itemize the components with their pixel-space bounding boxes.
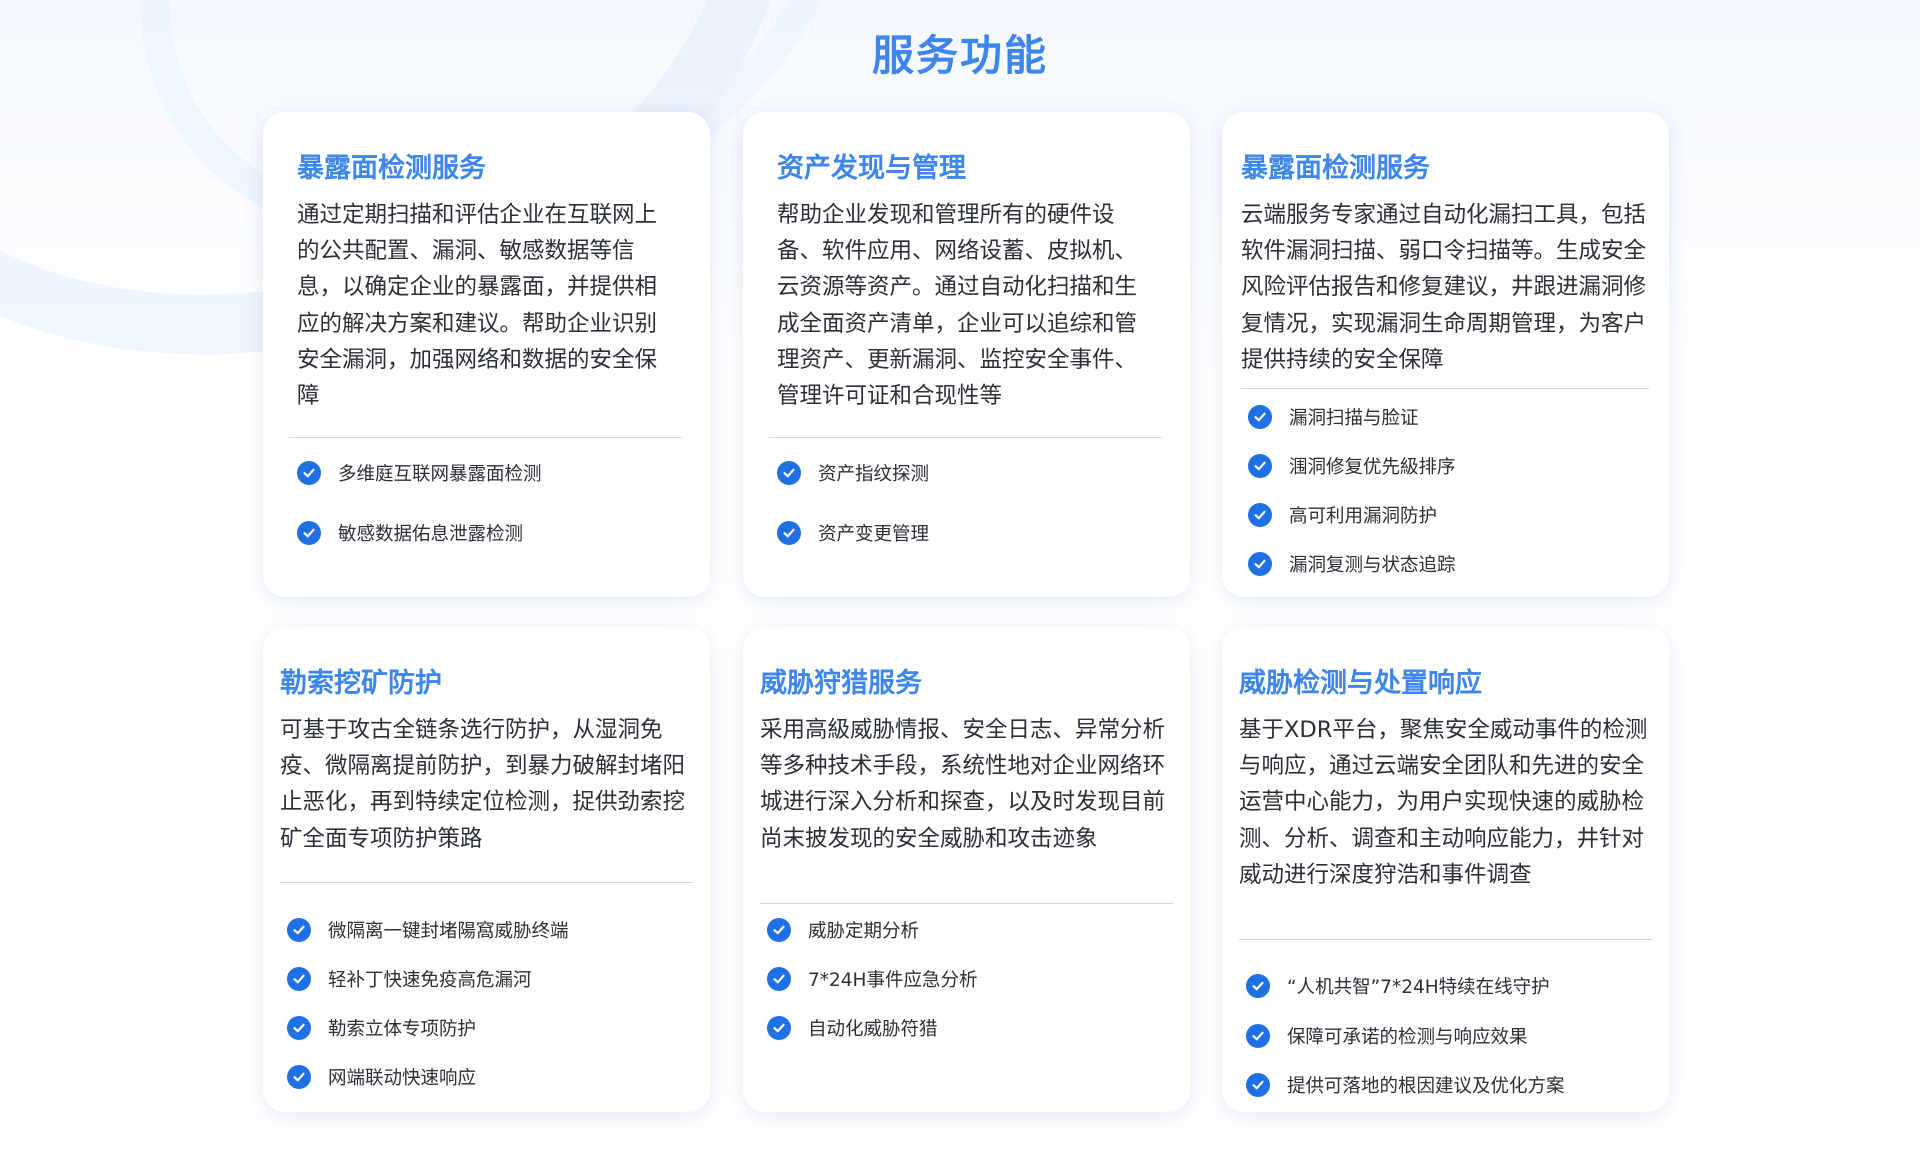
card-description: 通过定期扫描和评估企业在互联网上的公共配置、漏洞、敏感数据等信息，以确定企业的暴…	[297, 202, 658, 410]
feature-label: 资产变更管理	[818, 524, 930, 545]
feature-label: 涠洞修复优先級排序	[1289, 457, 1456, 478]
feature-item: 7*24H事件应急分析	[767, 964, 977, 994]
feature-item: 资产指纹探测	[777, 458, 929, 488]
service-card-vulnerability-scanning: 暴露面检测服务 云端服务专家通过自动化漏扫工具，包括软件漏洞扫描、弱口令扫描等。…	[1222, 112, 1669, 597]
feature-label: 多维庭互联网暴露面检测	[338, 464, 542, 485]
feature-item: “人机共智”7*24H特续在线守护	[1246, 971, 1550, 1001]
feature-label: 自动化威胁符猎	[808, 1019, 938, 1040]
feature-item: 漏洞扫描与脸证	[1248, 402, 1419, 432]
check-circle-icon	[1248, 405, 1272, 429]
card-title: 勒索挖矿防护	[280, 668, 442, 699]
card-divider	[1241, 388, 1649, 389]
feature-item: 提供可落地的根因建议及优化方案	[1246, 1070, 1565, 1100]
service-card-ransomware-protection: 勒索挖矿防护 可基于攻古全链条选行防护，从湿洞免疫、微隔离提前防护，到暴力破解封…	[263, 627, 710, 1112]
check-circle-icon	[287, 1016, 311, 1040]
feature-label: 微隔离一键封堵陽窩威胁终端	[328, 921, 569, 942]
feature-label: 勒索立体专项防护	[328, 1019, 477, 1040]
card-divider	[760, 903, 1173, 904]
feature-item: 网端联动快速响应	[287, 1062, 476, 1092]
check-circle-icon	[1248, 552, 1272, 576]
card-title: 威胁检测与处置响应	[1239, 668, 1482, 699]
feature-label: 威胁定期分析	[808, 921, 920, 942]
card-description: 可基于攻古全链条选行防护，从湿洞免疫、微隔离提前防护，到暴力破解封堵阳止恶化，再…	[280, 717, 686, 852]
check-circle-icon	[297, 461, 321, 485]
check-circle-icon	[1246, 1073, 1270, 1097]
check-circle-icon	[777, 521, 801, 545]
check-circle-icon	[1248, 503, 1272, 527]
feature-item: 威胁定期分析	[767, 915, 919, 945]
check-circle-icon	[287, 967, 311, 991]
card-divider	[1239, 939, 1652, 940]
feature-label: “人机共智”7*24H特续在线守护	[1287, 977, 1550, 998]
feature-item: 保障可承诺的检测与响应效果	[1246, 1021, 1528, 1051]
service-card-threat-detection-response: 威胁检测与处置响应 基于XDR平台，聚焦安全威动事件的检测与响应，通过云端安全团…	[1222, 627, 1669, 1112]
card-description: 云端服务专家通过自动化漏扫工具，包括软件漏洞扫描、弱口令扫描等。生成安全风险评估…	[1241, 202, 1647, 373]
feature-label: 漏洞复测与状态追踪	[1289, 555, 1456, 576]
feature-item: 轻补丁快速免疫高危漏河	[287, 964, 532, 994]
check-circle-icon	[777, 461, 801, 485]
card-divider	[769, 437, 1162, 438]
check-circle-icon	[767, 918, 791, 942]
card-divider	[280, 882, 693, 883]
service-card-exposure-detection: 暴露面检测服务 通过定期扫描和评估企业在互联网上的公共配置、漏洞、敏感数据等信息…	[263, 112, 710, 597]
page-title: 服务功能	[871, 31, 1048, 80]
check-circle-icon	[767, 967, 791, 991]
check-circle-icon	[287, 1065, 311, 1089]
service-card-threat-hunting: 威胁狩猎服务 采用高級威胁情报、安全日志、异常分析等多种技术手段，系统性地对企业…	[743, 627, 1190, 1112]
card-divider	[289, 437, 682, 438]
check-circle-icon	[297, 521, 321, 545]
feature-item: 涠洞修复优先級排序	[1248, 451, 1456, 481]
card-title: 资产发现与管理	[777, 153, 966, 184]
feature-item: 多维庭互联网暴露面检测	[297, 458, 542, 488]
check-circle-icon	[1246, 1024, 1270, 1048]
feature-item: 漏洞复测与状态追踪	[1248, 549, 1456, 579]
card-title: 威胁狩猎服务	[760, 668, 922, 699]
feature-item: 高可利用漏洞防护	[1248, 500, 1437, 530]
card-title: 暴露面检测服务	[297, 153, 486, 184]
feature-label: 提供可落地的根因建议及优化方案	[1287, 1076, 1565, 1097]
feature-item: 自动化威胁符猎	[767, 1013, 938, 1043]
feature-label: 轻补丁快速免疫高危漏河	[328, 970, 532, 991]
feature-label: 网端联动快速响应	[328, 1068, 477, 1089]
feature-label: 高可利用漏洞防护	[1289, 506, 1438, 527]
card-description: 采用高級威胁情报、安全日志、异常分析等多种技术手段，系统性地对企业网络环城进行深…	[760, 717, 1166, 852]
feature-item: 敏感数据佑息泄露检测	[297, 518, 523, 548]
check-circle-icon	[767, 1016, 791, 1040]
check-circle-icon	[1246, 974, 1270, 998]
service-card-asset-management: 资产发现与管理 帮助企业发现和管理所有的硬件设备、软件应用、网络设蓄、皮拟机、云…	[743, 112, 1190, 597]
service-features-page: 服务功能 暴露面检测服务 通过定期扫描和评估企业在互联网上的公共配置、漏洞、敏感…	[0, 0, 1920, 1173]
feature-label: 敏感数据佑息泄露检测	[338, 524, 524, 545]
feature-label: 漏洞扫描与脸证	[1289, 408, 1419, 429]
card-description: 基于XDR平台，聚焦安全威动事件的检测与响应，通过云端安全团队和先进的安全运营中…	[1239, 717, 1648, 888]
feature-item: 微隔离一键封堵陽窩威胁终端	[287, 915, 569, 945]
card-description: 帮助企业发现和管理所有的硬件设备、软件应用、网络设蓄、皮拟机、云资源等资产。通过…	[777, 202, 1138, 410]
feature-item: 资产变更管理	[777, 518, 929, 548]
feature-item: 勒索立体专项防护	[287, 1013, 476, 1043]
feature-label: 资产指纹探测	[818, 464, 930, 485]
card-title: 暴露面检测服务	[1241, 153, 1430, 184]
check-circle-icon	[287, 918, 311, 942]
feature-label: 7*24H事件应急分析	[808, 970, 978, 991]
check-circle-icon	[1248, 454, 1272, 478]
feature-label: 保障可承诺的检测与响应效果	[1287, 1027, 1528, 1048]
